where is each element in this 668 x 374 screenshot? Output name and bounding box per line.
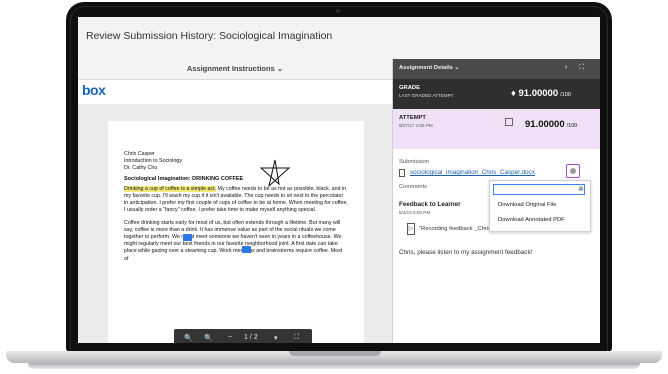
grade-section: GRADE LAST GRADED ATTEMPT ♦ 91.00000/100 — [393, 79, 600, 109]
camera — [336, 9, 340, 13]
details-toggle[interactable]: Assignment Details ⌄ — [399, 65, 459, 71]
feedback-date: 5/4/18 8:00 PM — [399, 210, 431, 215]
zoom-out-icon[interactable]: 🔍 — [184, 334, 193, 342]
doc-paragraph-2: Coffee drinking starts early for most of… — [124, 219, 343, 262]
feedback-label: Feedback to Learner — [399, 201, 461, 208]
laptop-base-shadow — [28, 363, 640, 369]
doc-instructor: Dr. Cathy Chu — [124, 165, 158, 172]
play-recording-icon[interactable]: ▷ — [407, 223, 415, 235]
attempt-date: 9/27/17 1:05 PM — [399, 123, 433, 128]
comment-pin-icon[interactable] — [242, 246, 251, 253]
document-text: Chris Casper Introduction to Sociology D… — [124, 151, 348, 263]
next-page-button[interactable]: ▾ — [274, 334, 278, 342]
doc-author: Chris Casper — [124, 151, 155, 157]
rubric-icon[interactable] — [505, 118, 513, 126]
attempt-grade[interactable]: 91.00000/100 — [525, 119, 577, 130]
download-icon — [570, 168, 576, 174]
grade-number: 91.00000 — [518, 88, 559, 99]
screen: Review Submission History: Sociological … — [78, 17, 600, 343]
document-page[interactable]: Chris Casper Introduction to Sociology D… — [108, 121, 364, 343]
attempt-label: ATTEMPT — [399, 115, 426, 121]
document-pane: Assignment Instructions ⌄ box Chris Casp… — [78, 59, 392, 343]
page-indicator: 1 / 2 — [244, 334, 258, 341]
download-original-file[interactable]: Download Original File — [498, 202, 556, 208]
grade-label: GRADE — [399, 85, 420, 91]
title-bar: Review Submission History: Sociological … — [78, 17, 600, 60]
box-logo: box — [82, 82, 106, 98]
details-header-icons: › ⛶ — [565, 64, 584, 72]
fullscreen-icon[interactable]: ⛶ — [294, 334, 299, 342]
laptop-notch — [289, 351, 381, 356]
attempt-number: 91.00000 — [525, 119, 565, 130]
clear-icon[interactable]: ⊗ — [578, 185, 584, 193]
feedback-message: Chris, please listen to my assignment fe… — [399, 249, 533, 256]
grade-value: ♦ 91.00000/100 — [511, 88, 571, 99]
instructions-bar[interactable]: Assignment Instructions ⌄ — [78, 59, 392, 80]
box-bar: box — [78, 80, 392, 104]
grade-max: /100 — [560, 92, 571, 98]
document-icon — [399, 169, 405, 177]
attempt-section[interactable]: ATTEMPT 9/27/17 1:05 PM 91.00000/100 — [393, 109, 600, 149]
dropdown-search-input[interactable]: ⊗ — [493, 184, 585, 195]
download-annotated-pdf[interactable]: Download Annotated PDF — [498, 217, 565, 223]
details-header: Assignment Details ⌄ › ⛶ — [393, 59, 600, 79]
prev-page-button[interactable]: − — [228, 334, 232, 341]
submission-label: Submission — [399, 159, 429, 165]
submission-file-link[interactable]: sociological_imagination_Chris_Casper.do… — [410, 169, 535, 176]
expand-icon[interactable]: ⛶ — [579, 64, 584, 71]
viewer-toolbar: 🔍 🔍 − 1 / 2 ▾ ⛶ — [174, 329, 312, 343]
doc-paragraph-1: Drinking a cup of coffee is a simple act… — [124, 185, 348, 215]
details-pane: Assignment Details ⌄ › ⛶ GRADE LAST GRAD… — [392, 59, 600, 343]
grade-diamond-icon: ♦ — [511, 88, 516, 99]
grade-sublabel: LAST GRADED ATTEMPT — [399, 93, 454, 98]
doc-heading: Sociological Imagination: DRINKING COFFE… — [124, 175, 244, 182]
highlighted-text[interactable]: Drinking a cup of coffee is a simple act… — [124, 185, 217, 192]
comment-pin-icon[interactable] — [183, 234, 192, 241]
zoom-in-icon[interactable]: 🔍 — [204, 334, 213, 342]
download-dropdown: ⊗ Download Original File Download Annota… — [489, 180, 591, 232]
page-title: Review Submission History: Sociological … — [86, 30, 333, 42]
comments-label: Comments — [399, 184, 428, 190]
instructions-toggle[interactable]: Assignment Instructions ⌄ — [78, 64, 392, 73]
download-options-button[interactable] — [566, 164, 580, 178]
attempt-max: /100 — [566, 123, 578, 129]
doc-course: Introduction to Sociology — [124, 158, 183, 165]
collapse-chevron-icon[interactable]: › — [565, 64, 567, 71]
